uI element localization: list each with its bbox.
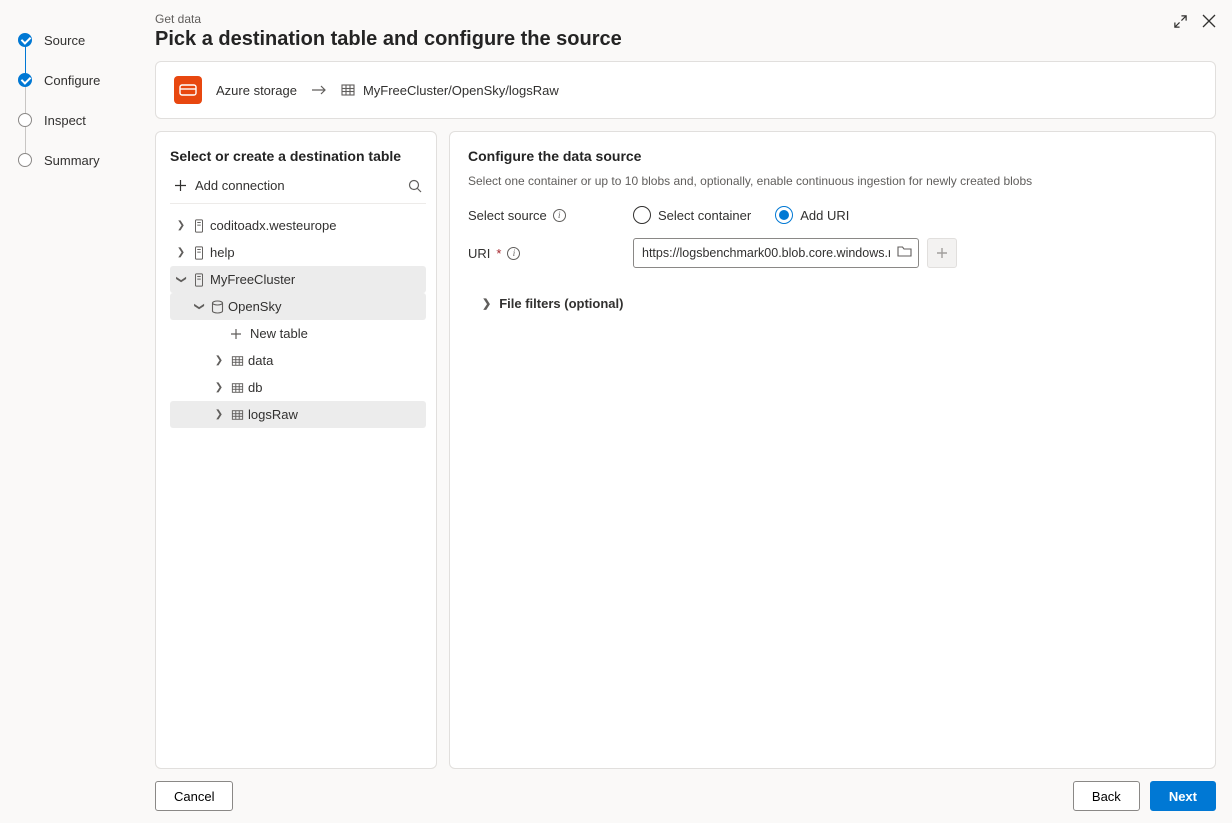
add-connection-label: Add connection [195,178,285,193]
back-button[interactable]: Back [1073,781,1140,811]
tree-label: coditoadx.westeurope [208,218,336,233]
source-label: Azure storage [216,83,297,98]
radio-add-uri[interactable]: Add URI [775,206,849,224]
radio-label: Add URI [800,208,849,223]
table-icon [228,382,246,394]
page-title: Pick a destination table and configure t… [155,28,622,51]
step-bullet-icon [18,33,32,47]
tree-database-opensky[interactable]: ❯ OpenSky [170,293,426,320]
chevron-down-icon: ❯ [176,271,187,289]
uri-input[interactable] [633,238,919,268]
step-summary[interactable]: Summary [18,140,145,180]
cluster-icon [190,273,208,287]
file-filters-expander[interactable]: ❯ File filters (optional) [482,296,1197,311]
file-filters-label: File filters (optional) [499,296,623,311]
folder-icon[interactable] [897,245,912,258]
expand-icon[interactable] [1173,14,1188,29]
chevron-right-icon: ❯ [482,297,491,310]
step-bullet-icon [18,153,32,167]
wizard-steps: Source Configure Inspect Summary [0,0,155,823]
tree-table-db[interactable]: ❯ db [170,374,426,401]
uri-label: URI [468,246,490,261]
tree-label: MyFreeCluster [208,272,295,287]
tree-table-logsraw[interactable]: ❯ logsRaw [170,401,426,428]
cluster-icon [190,246,208,260]
step-inspect[interactable]: Inspect [18,100,145,140]
cluster-icon [190,219,208,233]
step-configure[interactable]: Configure [18,60,145,100]
main-content: Get data Pick a destination table and co… [155,0,1232,823]
chevron-down-icon: ❯ [194,298,205,316]
cancel-button[interactable]: Cancel [155,781,233,811]
configure-panel-subtitle: Select one container or up to 10 blobs a… [468,174,1197,188]
info-icon[interactable]: i [553,209,566,222]
search-icon[interactable] [408,179,422,193]
tree-label: db [246,380,262,395]
footer: Cancel Back Next [155,769,1216,811]
breadcrumb: Get data [155,12,622,26]
select-source-label: Select source [468,208,547,223]
new-table-label: New table [242,326,308,341]
chevron-right-icon: ❯ [172,247,190,258]
new-table-button[interactable]: New table [170,320,426,347]
destination-tree: ❯ coditoadx.westeurope ❯ help ❯ [170,212,426,428]
step-label: Summary [44,153,100,168]
tree-label: data [246,353,273,368]
tree-cluster-help[interactable]: ❯ help [170,239,426,266]
destination-panel: Select or create a destination table Add… [155,131,437,769]
page-header: Get data Pick a destination table and co… [155,12,1216,51]
radio-label: Select container [658,208,751,223]
step-bullet-icon [18,113,32,127]
database-icon [208,300,226,314]
select-source-radio-group: Select container Add URI [633,206,849,224]
add-uri-button[interactable] [927,238,957,268]
chevron-right-icon: ❯ [210,409,228,420]
chevron-right-icon: ❯ [210,355,228,366]
close-icon[interactable] [1202,14,1216,29]
destination-path: MyFreeCluster/OpenSky/logsRaw [341,83,559,98]
step-bullet-icon [18,73,32,87]
tree-label: logsRaw [246,407,298,422]
step-label: Source [44,33,85,48]
table-icon [341,83,355,97]
chevron-right-icon: ❯ [172,220,190,231]
step-label: Configure [44,73,100,88]
table-icon [228,355,246,367]
tree-label: help [208,245,235,260]
configure-source-panel: Configure the data source Select one con… [449,131,1216,769]
radio-select-container[interactable]: Select container [633,206,751,224]
arrow-icon [311,84,327,96]
tree-table-data[interactable]: ❯ data [170,347,426,374]
tree-cluster-coditoadx[interactable]: ❯ coditoadx.westeurope [170,212,426,239]
required-asterisk: * [496,246,501,261]
add-connection-button[interactable]: Add connection [174,178,285,193]
step-label: Inspect [44,113,86,128]
source-dest-banner: Azure storage MyFreeCluster/OpenSky/logs… [155,61,1216,119]
tree-label: OpenSky [226,299,281,314]
tree-cluster-myfreecluster[interactable]: ❯ MyFreeCluster [170,266,426,293]
azure-storage-icon [174,76,202,104]
configure-panel-title: Configure the data source [468,148,1197,164]
next-button[interactable]: Next [1150,781,1216,811]
destination-path-text: MyFreeCluster/OpenSky/logsRaw [363,83,559,98]
chevron-right-icon: ❯ [210,382,228,393]
table-icon [228,409,246,421]
destination-panel-title: Select or create a destination table [170,148,426,164]
step-source[interactable]: Source [18,20,145,60]
info-icon[interactable]: i [507,247,520,260]
